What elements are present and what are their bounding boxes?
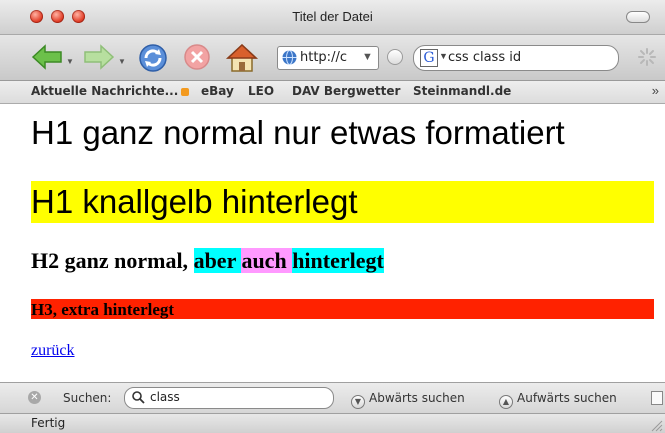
find-options-icon[interactable]: [651, 391, 663, 405]
forward-arrow-icon[interactable]: [83, 43, 115, 71]
find-input[interactable]: class: [124, 387, 334, 409]
h2-highlight-cyan-1: aber: [193, 248, 242, 273]
bookmark-ebay[interactable]: eBay: [201, 84, 234, 98]
bookmark-label: Aktuelle Nachrichte...: [31, 84, 179, 98]
google-icon[interactable]: G: [420, 49, 438, 67]
navigation-toolbar: ▼ ▼ http://c ▼ G ▼ css class id: [0, 35, 665, 81]
bookmark-aktuelle-nachrichten[interactable]: Aktuelle Nachrichte...: [31, 84, 190, 98]
find-next-label: Abwärts suchen: [369, 391, 465, 405]
search-engine-dropdown-icon[interactable]: ▼: [439, 51, 448, 61]
magnifier-icon: [132, 391, 145, 404]
bookmark-steinmandl[interactable]: Steinmandl.de: [413, 84, 511, 98]
globe-icon: [282, 50, 297, 65]
back-link[interactable]: zurück: [31, 342, 75, 360]
toolbar-toggle-button[interactable]: [626, 11, 650, 23]
find-next-button[interactable]: ▼ Abwärts suchen: [351, 391, 465, 409]
resize-grip-icon[interactable]: [649, 418, 663, 432]
find-previous-button[interactable]: ▲ Aufwärts suchen: [499, 391, 617, 409]
window-title: Titel der Datei: [292, 9, 373, 24]
url-history-dropdown-icon[interactable]: ▼: [362, 51, 373, 63]
back-arrow-icon[interactable]: [31, 43, 63, 71]
window-titlebar: Titel der Datei: [0, 0, 665, 35]
search-text: css class id: [448, 50, 522, 65]
bookmarks-overflow-chevron-icon[interactable]: »: [652, 83, 659, 98]
url-field[interactable]: http://c ▼: [277, 46, 379, 70]
rss-icon: [181, 87, 190, 96]
home-icon[interactable]: [226, 43, 258, 73]
status-text: Fertig: [31, 416, 66, 430]
heading-h1-plain: H1 ganz normal nur etwas formatiert: [31, 114, 565, 151]
find-label: Suchen:: [63, 391, 112, 405]
search-field[interactable]: G ▼ css class id: [413, 45, 619, 71]
h2-text-plain: H2 ganz normal,: [31, 248, 194, 273]
forward-history-dropdown-icon[interactable]: ▼: [118, 57, 126, 66]
bookmarks-bar: Aktuelle Nachrichte... eBay LEO DAV Berg…: [0, 81, 665, 104]
status-bar: Fertig: [0, 413, 665, 433]
find-bar: ✕ Suchen: class ▼ Abwärts suchen ▲ Aufwärt…: [0, 382, 665, 413]
h2-highlight-pink: auch: [241, 248, 293, 273]
url-text: http://c: [300, 50, 347, 65]
reload-icon[interactable]: [138, 43, 168, 73]
heading-h2: H2 ganz normal, aber auch hinterlegt: [31, 247, 384, 275]
spinner-icon: [638, 48, 656, 66]
arrow-up-icon: ▲: [499, 395, 513, 409]
close-icon[interactable]: ✕: [28, 391, 41, 404]
back-history-dropdown-icon[interactable]: ▼: [66, 57, 74, 66]
bookmark-dav-bergwetter[interactable]: DAV Bergwetter: [292, 84, 400, 98]
find-previous-label: Aufwärts suchen: [517, 391, 617, 405]
arrow-down-icon: ▼: [351, 395, 365, 409]
page-content: H1 ganz normal nur etwas formatiert H1 k…: [0, 104, 665, 376]
h2-highlight-cyan-2: hinterlegt: [292, 248, 384, 273]
find-query: class: [150, 390, 180, 404]
go-button[interactable]: [387, 49, 403, 65]
heading-h1-yellow: H1 knallgelb hinterlegt: [31, 181, 654, 223]
bookmark-leo[interactable]: LEO: [248, 84, 274, 98]
stop-icon[interactable]: [183, 43, 211, 71]
heading-h3: H3, extra hinterlegt: [31, 299, 654, 319]
